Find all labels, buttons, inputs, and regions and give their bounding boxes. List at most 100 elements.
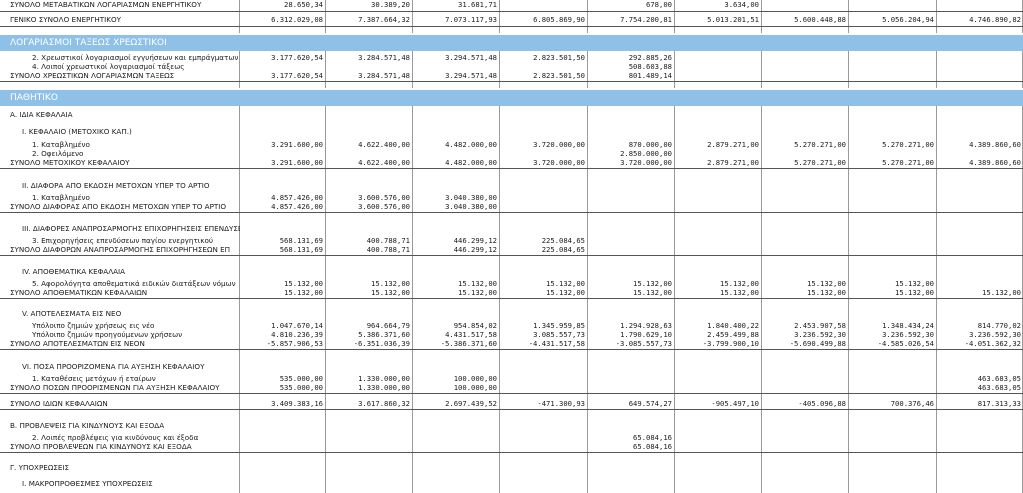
value-cell: 1.330.000,00 xyxy=(358,374,410,383)
value-cell: 463.683,05 xyxy=(977,374,1021,383)
table-row: ΣΥΝΟΛΟ ΔΙΑΦΟΡΩΝ ΑΝΑΠΡΟΣΑΡΜΟΓΗΣ ΕΠΙΧΟΡΗΓΗ… xyxy=(0,245,1023,256)
value-cell xyxy=(500,149,587,158)
value-cell: 5.270.271,00 xyxy=(794,140,846,149)
value-cell xyxy=(240,181,325,191)
value-cell: -905.497,10 xyxy=(711,399,759,408)
value-cell xyxy=(849,309,936,319)
value-cell xyxy=(937,267,1023,277)
value-cell xyxy=(326,127,412,137)
value-cell xyxy=(849,236,936,245)
value-cell: 5.270.271,00 xyxy=(882,158,934,167)
value-cell: -5.690.499,88 xyxy=(789,339,846,348)
value-cell xyxy=(588,383,674,393)
value-cell xyxy=(762,62,848,71)
value-cell xyxy=(937,309,1023,319)
value-cell xyxy=(675,193,761,202)
value-cell: 954.854,02 xyxy=(453,321,497,330)
value-cell xyxy=(675,479,761,489)
row-label: ΙV. ΑΠΟΘΕΜΑΤΙΚΑ ΚΕΦΑΛΑΙΑ xyxy=(22,267,126,276)
row-label: ΣΥΝΟΛΟ ΔΙΑΦΟΡΩΝ ΑΝΑΠΡΟΣΑΡΜΟΓΗΣ ΕΠΙΧΟΡΗΓΗ… xyxy=(10,245,231,254)
value-cell: 15.132,00 xyxy=(458,288,497,297)
value-cell: 964.664,79 xyxy=(366,321,410,330)
table-row: Υπόλοιπο ζημιών προηγούμενων χρήσεων 4.81… xyxy=(0,330,1023,339)
value-cell: 1.840.400,22 xyxy=(707,321,759,330)
value-cell xyxy=(849,62,936,71)
value-cell: 6.312.029,08 xyxy=(271,15,323,24)
value-cell: 3.600.576,00 xyxy=(358,202,410,211)
row-label: 3. Επιχορηγήσεις επενδύσεων παγίου ενεργ… xyxy=(32,236,214,245)
value-cell xyxy=(588,374,674,383)
value-cell xyxy=(413,110,499,121)
value-cell: 6.805.869,90 xyxy=(533,15,585,24)
value-cell: 817.313,33 xyxy=(977,399,1021,408)
table-row: ΣΥΝΟΛΟ ΠΟΣΩΝ ΠΡΟΟΡΙΣΜΕΝΩΝ ΓΙΑ ΑΥΞΗΣΗ ΚΕΦ… xyxy=(0,383,1023,394)
value-cell xyxy=(500,127,587,137)
value-cell xyxy=(762,383,848,393)
section-header: ΠΑΘΗΤΙΚΟ xyxy=(0,90,1023,106)
balance-sheet-table: ΛΟΓΑΡΙΑΣΜΟΙ ΤΑΞΕΩΣ ΧΡΕΩΣΤΙΚΟΙ ΠΑΘΗΤΙΚΟ ΣΥΝ… xyxy=(0,0,1023,493)
value-cell xyxy=(326,267,412,277)
value-cell xyxy=(500,110,587,121)
value-cell: 535.000,00 xyxy=(279,374,323,383)
value-cell xyxy=(849,149,936,158)
table-row: V. ΑΠΟΤΕΛΕΣΜΑΤΑ ΕΙΣ ΝΕΟ xyxy=(0,309,1023,319)
value-cell: -4.051.362,32 xyxy=(964,339,1021,348)
row-label: ΣΥΝΟΛΟ ΜΕΤΟΧΙΚΟΥ ΚΕΦΑΛΑΙΟΥ xyxy=(10,158,130,167)
value-cell: 7.387.664,32 xyxy=(358,15,410,24)
table-row: Ι. ΜΑΚΡΟΠΡΟΘΕΣΜΕΣ ΥΠΟΧΡΕΩΣΕΙΣ xyxy=(0,479,1023,489)
value-cell: 1.348.434,24 xyxy=(882,321,934,330)
value-cell xyxy=(240,309,325,319)
total-underline xyxy=(0,26,1023,27)
table-row: Υπόλοιπο ζημιών χρήσεως εις νέο 1.047.670… xyxy=(0,321,1023,330)
value-cell xyxy=(588,463,674,473)
value-cell xyxy=(762,463,848,473)
row-label: ΙΙ. ΔΙΑΦΟΡΑ ΑΠΟ ΕΚΔΟΣΗ ΜΕΤΟΧΩΝ ΥΠΕΡ ΤΟ Α… xyxy=(22,181,210,190)
value-cell xyxy=(500,374,587,383)
value-cell xyxy=(326,433,412,442)
value-cell xyxy=(762,110,848,121)
table-row: Γ. ΥΠΟΧΡΕΩΣΕΙΣ xyxy=(0,463,1023,473)
value-cell xyxy=(326,421,412,431)
value-cell: 4.622.400,00 xyxy=(358,158,410,167)
value-cell xyxy=(675,267,761,277)
value-cell: 4.389.860,60 xyxy=(969,158,1021,167)
value-cell: 15.132,00 xyxy=(546,279,585,288)
value-cell: -4.431.517,58 xyxy=(528,339,585,348)
value-cell xyxy=(675,71,761,81)
value-cell: 5.270.271,00 xyxy=(882,140,934,149)
value-cell xyxy=(500,479,587,489)
section-header: ΛΟΓΑΡΙΑΣΜΟΙ ΤΑΞΕΩΣ ΧΡΕΩΣΤΙΚΟΙ xyxy=(0,35,1023,51)
value-cell xyxy=(588,193,674,202)
value-cell xyxy=(240,62,325,71)
value-cell xyxy=(500,267,587,277)
value-cell xyxy=(675,181,761,191)
value-cell: 3.294.571,48 xyxy=(445,71,497,80)
value-cell: 3.720.000,00 xyxy=(533,140,585,149)
value-cell xyxy=(762,433,848,442)
table-row: ΓΕΝΙΚΟ ΣΥΝΟΛΟ ΕΝΕΡΓΗΤΙΚΟΥ 6.312.029,08 7.3… xyxy=(0,15,1023,27)
row-label: ΣΥΝΟΛΟ ΜΕΤΑΒΑΤΙΚΩΝ ΛΟΓΑΡΙΑΣΜΩΝ ΕΝΕΡΓΗΤΙΚ… xyxy=(10,0,202,9)
value-cell: 3.284.571,48 xyxy=(358,71,410,80)
value-cell: 3.040.380,00 xyxy=(445,202,497,211)
row-label: 2. Χρεωστικοί λογαριασμοί εγγυήσεων και … xyxy=(32,53,240,62)
value-cell: 1.790.629,10 xyxy=(620,330,672,339)
value-cell: 801.489,14 xyxy=(628,71,672,80)
row-label: 5. Αφορολόγητα αποθεματικά ειδικών διατά… xyxy=(32,279,236,288)
value-cell: 15.132,00 xyxy=(807,279,846,288)
value-cell xyxy=(413,421,499,431)
value-cell: 15.132,00 xyxy=(633,279,672,288)
value-cell xyxy=(588,224,674,234)
value-cell: -405.096,88 xyxy=(798,399,846,408)
value-cell: -5.857.906,53 xyxy=(266,339,323,348)
table-row: 2. Χρεωστικοί λογαριασμοί εγγυήσεων και … xyxy=(0,53,1023,62)
value-cell xyxy=(937,463,1023,473)
value-cell xyxy=(413,127,499,137)
value-cell: 2.459.499,88 xyxy=(707,330,759,339)
value-cell: 5.056.204,94 xyxy=(882,15,934,24)
value-cell xyxy=(762,193,848,202)
value-cell: 3.617.860,32 xyxy=(358,399,410,408)
total-underline xyxy=(0,393,1023,394)
value-cell: 535.000,00 xyxy=(279,383,323,392)
value-cell xyxy=(240,442,325,452)
value-cell: 15.132,00 xyxy=(458,279,497,288)
